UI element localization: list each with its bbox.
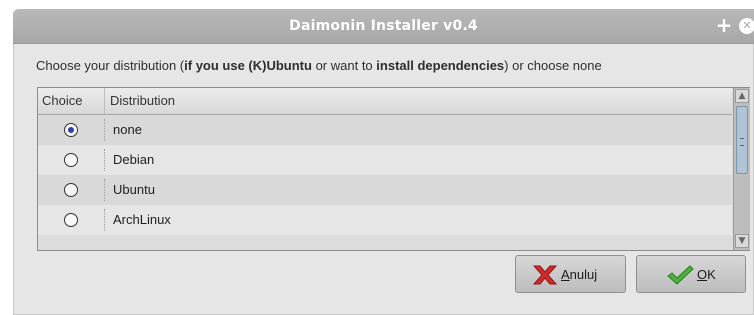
prompt-bold-1: if you use (K)Ubuntu [184, 58, 312, 73]
radio-debian[interactable] [64, 153, 78, 167]
table-row[interactable]: Ubuntu [38, 175, 732, 205]
distribution-name: ArchLinux [113, 212, 171, 227]
column-separator [104, 209, 105, 231]
column-header-distribution[interactable]: Distribution [110, 88, 175, 114]
green-check-icon [667, 265, 694, 285]
table-row[interactable]: Debian [38, 145, 732, 175]
distribution-table: Choice Distribution none Debian Ubuntu A… [37, 87, 750, 251]
radio-archlinux[interactable] [64, 213, 78, 227]
scroll-thumb[interactable] [736, 106, 748, 174]
prompt-text-1: Choose your distribution ( [36, 58, 185, 73]
vertical-scrollbar[interactable]: ▲ ▼ [733, 88, 750, 250]
window-title: Daimonin Installer v0.4 [289, 18, 478, 34]
scroll-down-arrow-icon[interactable]: ▼ [735, 234, 749, 248]
maximize-icon[interactable]: + [715, 14, 733, 36]
cancel-button-label: Anuluj [561, 267, 598, 282]
radio-ubuntu[interactable] [64, 183, 78, 197]
table-row[interactable]: ArchLinux [38, 205, 732, 235]
close-icon[interactable] [739, 18, 754, 34]
installer-window: Daimonin Installer v0.4 + Choose your di… [13, 9, 754, 315]
prompt-text-3: ) or choose none [504, 58, 602, 73]
red-x-icon [532, 265, 558, 285]
prompt-bold-2: install dependencies [376, 58, 505, 73]
column-separator [104, 149, 105, 171]
column-header-choice[interactable]: Choice [42, 88, 105, 114]
distribution-name: Debian [113, 152, 155, 167]
grip-icon [740, 138, 744, 146]
distribution-name: Ubuntu [113, 182, 155, 197]
table-header: Choice Distribution [38, 88, 732, 115]
column-separator [104, 179, 105, 201]
title-bar[interactable]: Daimonin Installer v0.4 + [13, 9, 754, 44]
radio-none[interactable] [64, 123, 78, 137]
prompt-text-2: or want to [311, 58, 377, 73]
table-row[interactable]: none [38, 115, 732, 145]
distribution-prompt: Choose your distribution (if you use (K)… [36, 58, 602, 73]
scroll-up-arrow-icon[interactable]: ▲ [735, 89, 749, 103]
ok-button[interactable]: OK [636, 255, 746, 293]
column-separator [104, 119, 105, 141]
ok-button-label: OK [697, 267, 716, 282]
distribution-name: none [113, 122, 142, 137]
cancel-button[interactable]: Anuluj [515, 255, 626, 293]
